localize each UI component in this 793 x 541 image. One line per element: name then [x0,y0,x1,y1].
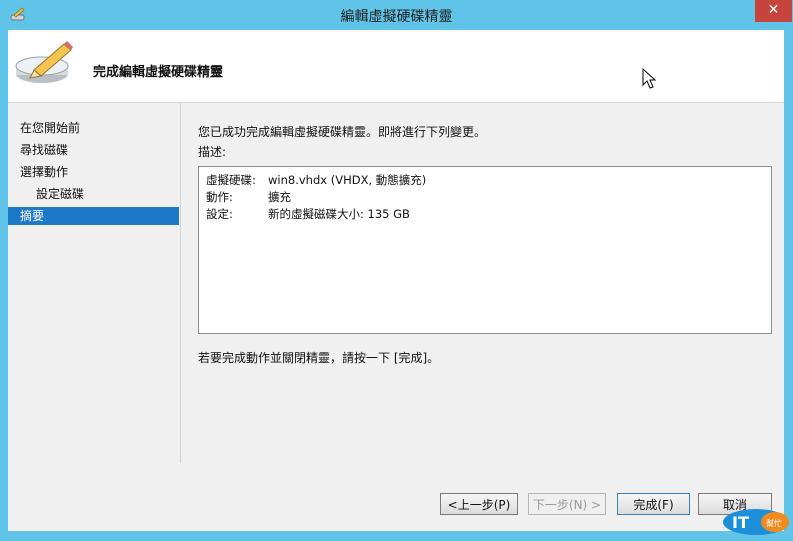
detail-key: 設定: [206,207,233,221]
summary-content: 您已成功完成編輯虛擬硬碟精靈。即將進行下列變更。 描述: 虛擬硬碟: win8.… [198,103,778,403]
banner-title: 完成編輯虛擬硬碟精靈 [93,65,224,80]
wizard-steps-nav: 在您開始前 尋找磁碟 選擇動作 設定磁碟 摘要 [8,103,181,463]
nav-step-choose-action[interactable]: 選擇動作 [8,163,179,181]
nav-step-before-you-begin[interactable]: 在您開始前 [8,119,179,137]
pencil-disk-icon [15,41,73,83]
wizard-window: 編輯虛擬硬碟精靈 ✕ 完成編輯虛擬硬碟精靈 在您開始前 尋找磁碟 選擇動作 設定… [0,0,793,541]
detail-value: 新的虛擬磁碟大小: 135 GB [268,207,410,221]
mouse-cursor-icon [642,68,657,89]
detail-value: win8.vhdx (VHDX, 動態擴充) [268,173,427,187]
previous-button[interactable]: <上一步(P) [440,493,518,515]
finish-button[interactable]: 完成(F) [617,493,690,515]
nav-step-locate-disk[interactable]: 尋找磁碟 [8,141,179,159]
logo-subtext: 幫忙 [766,518,782,528]
description-box[interactable]: 虛擬硬碟: win8.vhdx (VHDX, 動態擴充) 動作: 擴充 設定: … [198,166,772,334]
logo-text: IT [732,513,749,532]
close-button[interactable]: ✕ [755,0,792,22]
detail-value: 擴充 [268,190,291,204]
nav-step-configure-disk[interactable]: 設定磁碟 [8,185,179,203]
title-bar[interactable]: 編輯虛擬硬碟精靈 ✕ [0,0,793,30]
wizard-banner: 完成編輯虛擬硬碟精靈 [8,30,784,103]
nav-step-summary[interactable]: 摘要 [8,207,179,225]
finish-instruction: 若要完成動作並關閉精靈，請按一下 [完成]。 [198,351,440,365]
button-bar: <上一步(P) 下一步(N) > 完成(F) 取消 [8,493,784,523]
window-title: 編輯虛擬硬碟精靈 [340,9,453,25]
intro-text: 您已成功完成編輯虛擬硬碟精靈。即將進行下列變更。 [198,125,487,139]
wizard-body: 在您開始前 尋找磁碟 選擇動作 設定磁碟 摘要 您已成功完成編輯虛擬硬碟精靈。即… [8,103,784,531]
next-button[interactable]: 下一步(N) > [528,493,606,515]
description-label: 描述: [198,145,227,159]
ithelp-logo: IT 幫忙 [723,509,789,535]
detail-key: 動作: [206,190,233,204]
wizard-client: 完成編輯虛擬硬碟精靈 在您開始前 尋找磁碟 選擇動作 設定磁碟 摘要 您已成功完… [8,30,784,531]
detail-key: 虛擬硬碟: [206,173,256,187]
